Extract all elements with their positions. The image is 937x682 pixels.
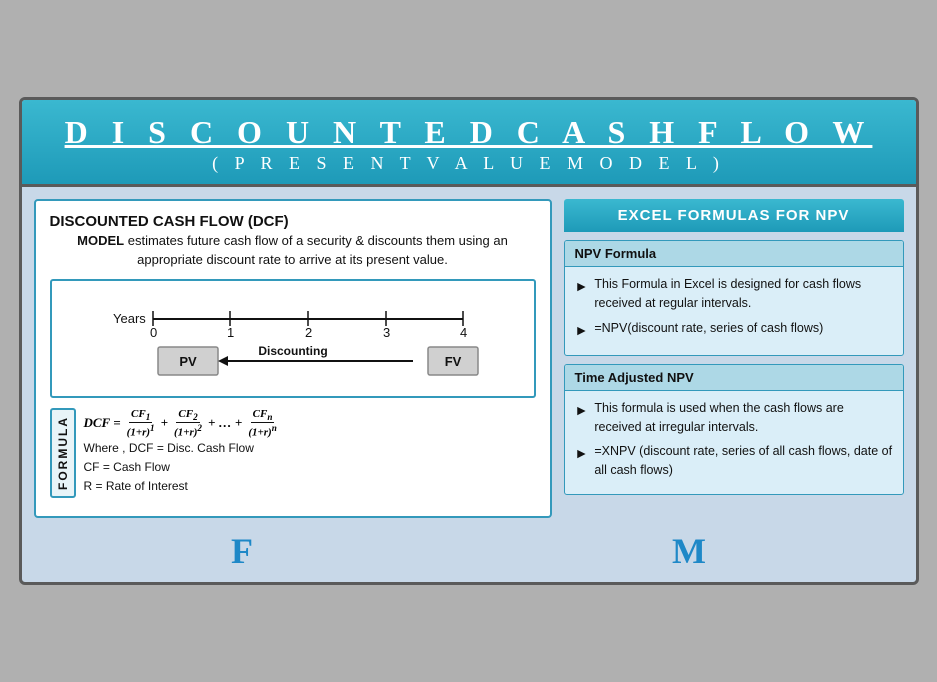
npv-text-2-1: This formula is used when the cash flows…	[594, 399, 892, 437]
arrow-icon-4: ►	[575, 443, 589, 464]
arrow-icon-2: ►	[575, 320, 589, 341]
left-panel: DISCOUNTED CASH FLOW (DCF) MODEL estimat…	[34, 199, 552, 517]
npv-card-2-body: ► This formula is used when the cash flo…	[565, 391, 903, 494]
svg-text:3: 3	[383, 325, 390, 340]
timeline-svg: Years 0 1 2 3 4 PV FV Discountin	[62, 291, 524, 381]
fraction-2: CF2 (1+r)2	[172, 408, 204, 439]
npv-item-2-1: ► This formula is used when the cash flo…	[575, 399, 893, 437]
arrow-icon-3: ►	[575, 400, 589, 421]
npv-item-1-1: ► This Formula in Excel is designed for …	[575, 275, 893, 313]
svg-text:PV: PV	[179, 354, 197, 369]
svg-text:FV: FV	[444, 354, 461, 369]
content-row: DISCOUNTED CASH FLOW (DCF) MODEL estimat…	[22, 187, 916, 525]
footer-letter-f: F	[231, 530, 253, 572]
fraction-1: CF1 (1+r)1	[125, 408, 157, 439]
npv-item-2-2: ► =XNPV (discount rate, series of all ca…	[575, 442, 893, 480]
svg-text:2: 2	[305, 325, 312, 340]
svg-text:Discounting: Discounting	[258, 344, 327, 358]
sub-title: ( P R E S E N T V A L U E M O D E L )	[42, 153, 896, 174]
title-banner: D I S C O U N T E D C A S H F L O W ( P …	[22, 100, 916, 187]
fraction-n: CFn (1+r)n	[246, 408, 278, 439]
npv-card-2: Time Adjusted NPV ► This formula is used…	[564, 364, 904, 495]
main-container: D I S C O U N T E D C A S H F L O W ( P …	[19, 97, 919, 584]
npv-card-1-body: ► This Formula in Excel is designed for …	[565, 267, 903, 355]
dcf-description: MODEL estimates future cash flow of a se…	[50, 232, 536, 268]
svg-text:4: 4	[460, 325, 467, 340]
main-title: D I S C O U N T E D C A S H F L O W	[42, 114, 896, 151]
npv-card-2-header: Time Adjusted NPV	[565, 365, 903, 391]
npv-card-1: NPV Formula ► This Formula in Excel is d…	[564, 240, 904, 356]
right-panel: EXCEL FORMULAS FOR NPV NPV Formula ► Thi…	[564, 199, 904, 517]
npv-text-1-2: =NPV(discount rate, series of cash flows…	[594, 319, 823, 338]
svg-text:0: 0	[150, 325, 157, 340]
dcf-title: DISCOUNTED CASH FLOW (DCF)	[50, 213, 536, 230]
footer-row: F M	[22, 526, 916, 582]
formula-label: FORMULA	[50, 408, 76, 498]
arrow-icon-1: ►	[575, 276, 589, 297]
npv-item-1-2: ► =NPV(discount rate, series of cash flo…	[575, 319, 893, 341]
footer-letter-m: M	[672, 530, 706, 572]
svg-text:1: 1	[227, 325, 234, 340]
formula-variables: Where , DCF = Disc. Cash Flow CF = Cash …	[84, 439, 536, 497]
svg-text:Years: Years	[113, 311, 146, 326]
formula-equation: DCF = CF1 (1+r)1 + CF2 (1+r)2 + … + CFn	[84, 408, 536, 439]
npv-card-1-header: NPV Formula	[565, 241, 903, 267]
excel-header: EXCEL FORMULAS FOR NPV	[564, 199, 904, 232]
npv-text-1-1: This Formula in Excel is designed for ca…	[594, 275, 892, 313]
formula-section: FORMULA DCF = CF1 (1+r)1 + CF2 (1+r)2	[50, 408, 536, 498]
timeline-diagram: Years 0 1 2 3 4 PV FV Discountin	[50, 279, 536, 398]
formula-content: DCF = CF1 (1+r)1 + CF2 (1+r)2 + … + CFn	[84, 408, 536, 496]
npv-text-2-2: =XNPV (discount rate, series of all cash…	[594, 442, 892, 480]
